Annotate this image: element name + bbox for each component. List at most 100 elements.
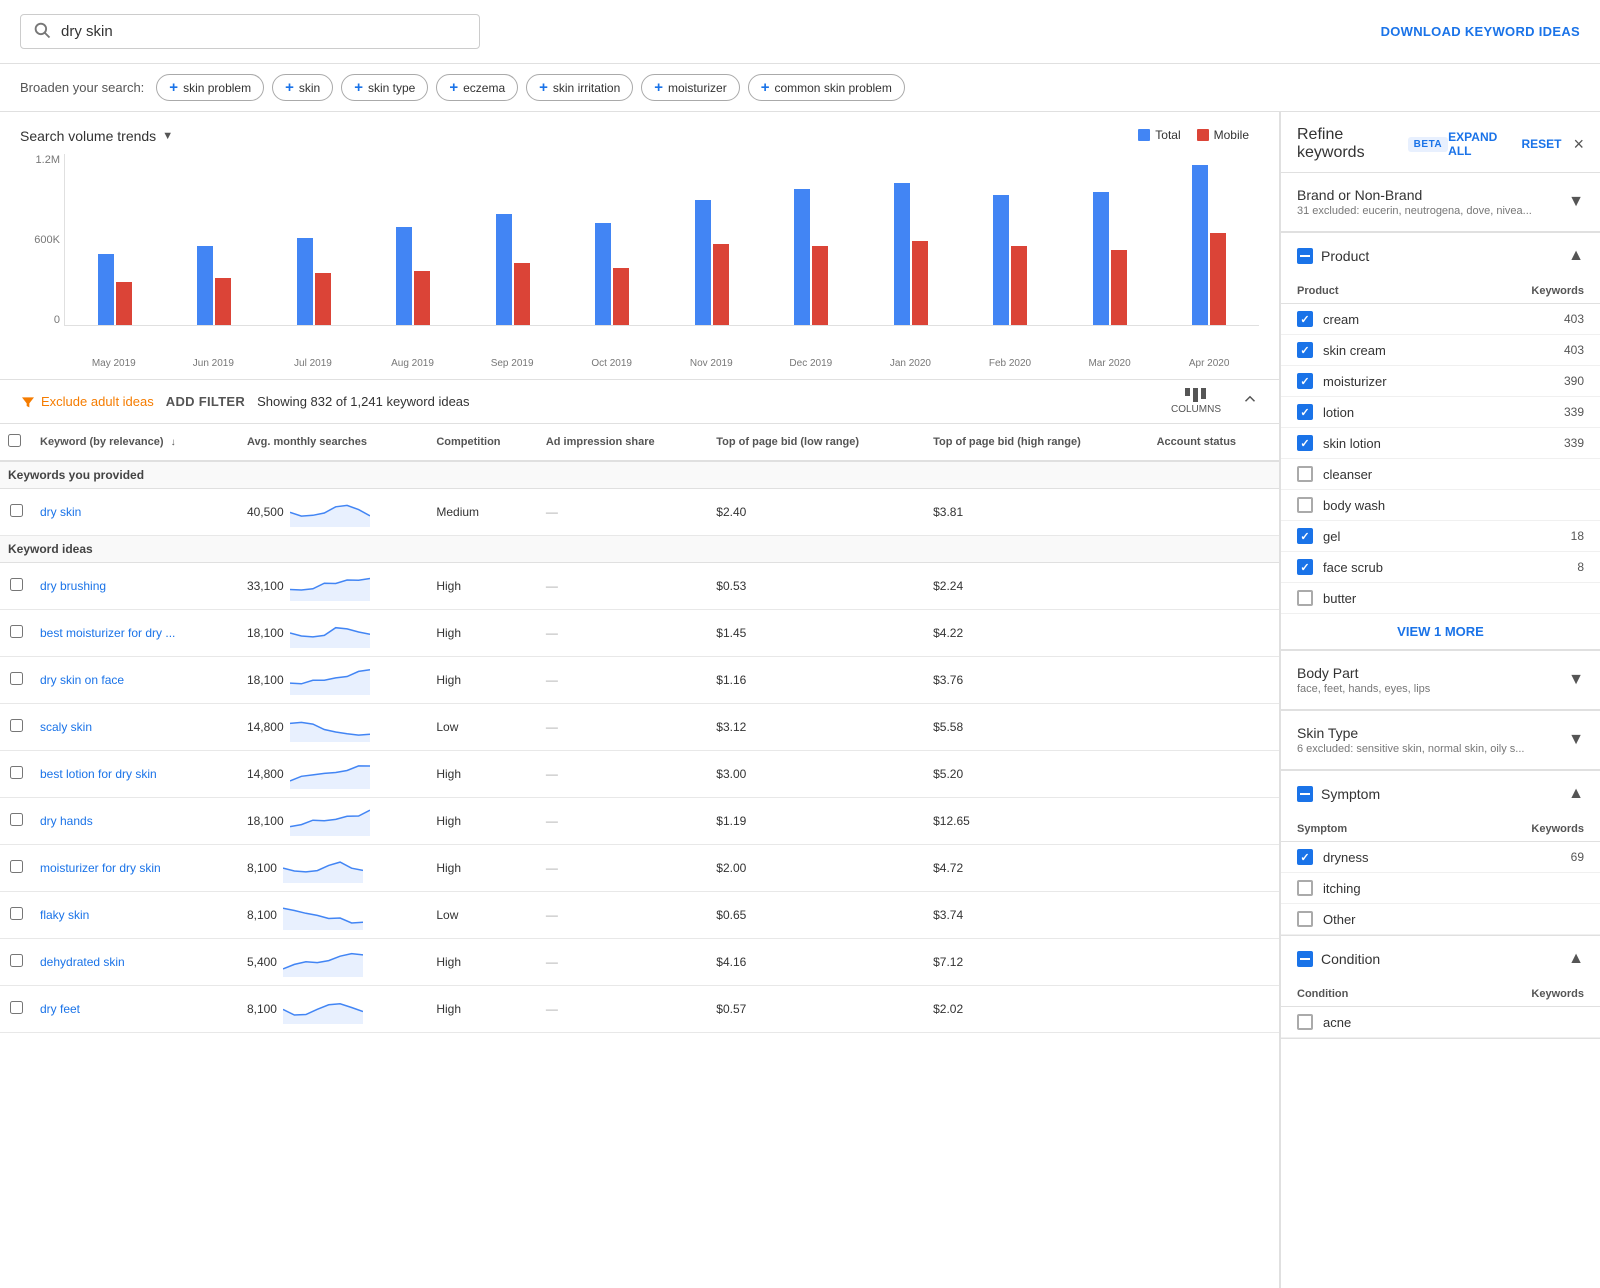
th-select-all[interactable] [0,424,32,461]
list-item[interactable]: itching [1281,873,1600,904]
row-checkbox[interactable] [10,578,23,591]
list-item[interactable]: cream403 [1281,304,1600,335]
row-checkbox-cell[interactable] [0,704,32,751]
row-checkbox[interactable] [10,504,23,517]
list-item[interactable]: moisturizer390 [1281,366,1600,397]
row-keyword[interactable]: scaly skin [32,704,239,751]
list-item[interactable]: dryness69 [1281,842,1600,873]
refine-item-label[interactable]: face scrub [1281,552,1469,583]
th-keyword[interactable]: Keyword (by relevance) ↓ [32,424,239,461]
refine-checkbox[interactable] [1297,311,1313,327]
refine-checkbox[interactable] [1297,435,1313,451]
list-item[interactable]: butter [1281,583,1600,614]
refine-item-label[interactable]: moisturizer [1281,366,1469,397]
row-keyword[interactable]: flaky skin [32,892,239,939]
refine-checkbox[interactable] [1297,342,1313,358]
broaden-chip-eczema[interactable]: + eczema [436,74,518,101]
list-item[interactable]: cleanser [1281,459,1600,490]
refine-checkbox[interactable] [1297,849,1313,865]
row-keyword[interactable]: dry hands [32,798,239,845]
reset-button[interactable]: RESET [1521,137,1561,151]
exclude-adult-filter[interactable]: Exclude adult ideas [20,394,154,410]
broaden-chip-common-skin-problem[interactable]: + common skin problem [748,74,905,101]
list-item[interactable]: gel18 [1281,521,1600,552]
refine-item-label[interactable]: butter [1281,583,1469,614]
row-checkbox[interactable] [10,954,23,967]
row-checkbox[interactable] [10,766,23,779]
add-filter-button[interactable]: ADD FILTER [166,394,245,409]
refine-checkbox[interactable] [1297,590,1313,606]
refine-item-label[interactable]: skin cream [1281,335,1469,366]
list-item[interactable]: lotion339 [1281,397,1600,428]
refine-item-label[interactable]: dryness [1281,842,1457,873]
broaden-chip-skin-irritation[interactable]: + skin irritation [526,74,633,101]
row-checkbox-cell[interactable] [0,798,32,845]
refine-checkbox[interactable] [1297,373,1313,389]
search-input[interactable]: dry skin [61,23,467,40]
skin-type-section-header[interactable]: Skin Type 6 excluded: sensitive skin, no… [1281,711,1600,770]
row-keyword[interactable]: dry skin [32,489,239,536]
refine-checkbox[interactable] [1297,559,1313,575]
row-checkbox[interactable] [10,625,23,638]
list-item[interactable]: face scrub8 [1281,552,1600,583]
refine-item-label[interactable]: itching [1281,873,1457,904]
row-checkbox-cell[interactable] [0,563,32,610]
row-keyword[interactable]: dry brushing [32,563,239,610]
chart-dropdown-icon[interactable]: ▼ [162,130,173,142]
refine-checkbox[interactable] [1297,911,1313,927]
refine-item-label[interactable]: Other [1281,904,1457,935]
view-more-product[interactable]: VIEW 1 MORE [1281,614,1600,650]
row-checkbox-cell[interactable] [0,986,32,1033]
refine-checkbox[interactable] [1297,880,1313,896]
row-keyword[interactable]: dry feet [32,986,239,1033]
row-checkbox-cell[interactable] [0,751,32,798]
refine-checkbox[interactable] [1297,528,1313,544]
columns-button[interactable]: COLUMNS [1171,388,1221,415]
download-keyword-ideas-button[interactable]: DOWNLOAD KEYWORD IDEAS [1381,24,1580,39]
row-checkbox[interactable] [10,813,23,826]
row-checkbox-cell[interactable] [0,489,32,536]
close-button[interactable]: × [1573,134,1584,155]
body-part-section-header[interactable]: Body Part face, feet, hands, eyes, lips … [1281,651,1600,710]
broaden-chip-skin-problem[interactable]: + skin problem [156,74,264,101]
select-all-checkbox[interactable] [8,434,21,447]
list-item[interactable]: acne [1281,1007,1600,1038]
refine-checkbox[interactable] [1297,497,1313,513]
refine-item-label[interactable]: gel [1281,521,1469,552]
row-keyword[interactable]: dry skin on face [32,657,239,704]
refine-checkbox[interactable] [1297,404,1313,420]
row-checkbox-cell[interactable] [0,610,32,657]
refine-item-label[interactable]: body wash [1281,490,1469,521]
condition-section-header[interactable]: Condition ▲ [1281,936,1600,982]
row-keyword[interactable]: best moisturizer for dry ... [32,610,239,657]
row-checkbox-cell[interactable] [0,939,32,986]
refine-checkbox[interactable] [1297,1014,1313,1030]
list-item[interactable]: body wash [1281,490,1600,521]
row-checkbox[interactable] [10,907,23,920]
row-checkbox[interactable] [10,719,23,732]
list-item[interactable]: Other [1281,904,1600,935]
brand-section-header[interactable]: Brand or Non-Brand 31 excluded: eucerin,… [1281,173,1600,232]
refine-item-label[interactable]: lotion [1281,397,1469,428]
row-keyword[interactable]: dehydrated skin [32,939,239,986]
refine-item-label[interactable]: cream [1281,304,1469,335]
broaden-chip-moisturizer[interactable]: + moisturizer [641,74,739,101]
refine-checkbox[interactable] [1297,466,1313,482]
row-checkbox[interactable] [10,1001,23,1014]
list-item[interactable]: skin lotion339 [1281,428,1600,459]
row-checkbox[interactable] [10,860,23,873]
list-item[interactable]: skin cream403 [1281,335,1600,366]
row-checkbox-cell[interactable] [0,892,32,939]
refine-item-label[interactable]: cleanser [1281,459,1469,490]
broaden-chip-skin-type[interactable]: + skin type [341,74,428,101]
refine-item-label[interactable]: skin lotion [1281,428,1469,459]
row-keyword[interactable]: moisturizer for dry skin [32,845,239,892]
product-section-header[interactable]: Product ▲ [1281,233,1600,279]
expand-all-button[interactable]: EXPAND ALL [1448,130,1509,158]
row-keyword[interactable]: best lotion for dry skin [32,751,239,798]
collapse-button[interactable] [1241,390,1259,413]
broaden-chip-skin[interactable]: + skin [272,74,333,101]
row-checkbox[interactable] [10,672,23,685]
symptom-section-header[interactable]: Symptom ▲ [1281,771,1600,817]
row-checkbox-cell[interactable] [0,845,32,892]
